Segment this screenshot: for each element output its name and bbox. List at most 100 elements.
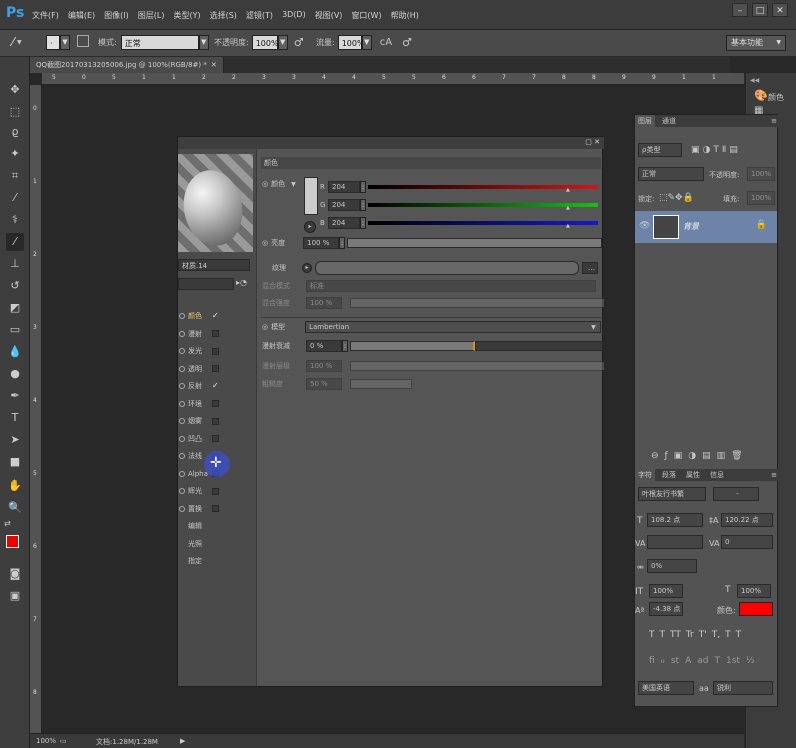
layer-opacity[interactable]: 100% (747, 167, 775, 181)
screen-mode-icon[interactable]: ▣ (6, 587, 24, 605)
channel-item[interactable]: 发光 (179, 345, 219, 357)
channel-radio-icon[interactable] (179, 313, 185, 319)
kerning-field[interactable] (647, 535, 703, 549)
channel-checkbox[interactable] (212, 400, 219, 407)
channel-radio-icon[interactable] (179, 453, 185, 459)
pen-tool-icon[interactable]: ✒ (6, 387, 24, 405)
channel-radio-icon[interactable] (179, 330, 185, 337)
pressure-opacity-icon[interactable]: ♂ (294, 36, 304, 49)
text-style-button[interactable]: Tr (686, 630, 694, 640)
text-style-button[interactable]: TT (670, 630, 681, 640)
layer-actions-icons[interactable]: ⊖ƒ▣◑▤▥🗑 (651, 451, 749, 461)
blend-strength-field[interactable]: 100 % (306, 297, 342, 309)
brush-size-picker[interactable]: · ▼ (46, 35, 70, 50)
horizontal-scale-field[interactable]: 100% (737, 584, 771, 598)
quick-select-icon[interactable]: ✦ (6, 145, 24, 163)
channel-radio-icon[interactable] (179, 488, 185, 494)
menu-item[interactable]: 选择(S) (210, 10, 237, 21)
zoom-tool-icon[interactable]: 🔍 (6, 499, 24, 517)
brightness-slider[interactable] (347, 238, 603, 248)
brightness-field[interactable]: 100 % (303, 237, 340, 249)
channel-radio-icon[interactable] (179, 383, 185, 389)
opentype-button[interactable]: T (714, 656, 720, 666)
channel-item[interactable]: 烟雾 (179, 415, 219, 427)
text-style-button[interactable]: T (725, 630, 731, 640)
layer-filter-icons[interactable]: ▣◑TⅡ▤ (691, 145, 741, 155)
text-style-button[interactable]: T, (712, 630, 720, 640)
menu-item[interactable]: 类型(Y) (173, 10, 200, 21)
brush-tool-preset[interactable]: ⁄ ▼ (12, 35, 22, 49)
r-field[interactable]: 204 (328, 181, 360, 193)
texture-slot[interactable] (315, 261, 579, 275)
diffuse-falloff-slider[interactable] (350, 341, 475, 351)
r-slider[interactable] (368, 185, 598, 189)
swap-colors-icon[interactable]: ⇄ (4, 519, 11, 528)
diffuse-falloff-field[interactable]: 0 % (306, 340, 342, 352)
channel-item[interactable]: 透明 (179, 363, 219, 375)
menu-item[interactable]: 图像(I) (104, 10, 129, 21)
channel-radio-icon[interactable] (179, 418, 185, 424)
font-style-select[interactable]: - (713, 487, 759, 501)
model-radio-icon[interactable]: ◎ (262, 323, 268, 331)
channel-checkbox[interactable]: ✓ (212, 311, 219, 320)
channel-checkbox[interactable] (212, 417, 219, 425)
model-select[interactable]: Lambertian (305, 321, 602, 333)
channel-radio-icon[interactable] (179, 505, 185, 512)
type-tool-icon[interactable]: T (6, 409, 24, 427)
leading-field[interactable]: 120.22 点 (721, 513, 773, 527)
healing-brush-icon[interactable]: ⚕ (6, 211, 24, 229)
maximize-icon[interactable]: □ (752, 3, 768, 17)
material-selector[interactable] (178, 278, 234, 290)
document-tab[interactable]: QQ截图20170313205006.jpg @ 100%(RGB/8#) * ✕ (30, 57, 224, 73)
brush-tool-icon[interactable]: ⁄ (6, 233, 24, 251)
opentype-button[interactable]: fi (649, 656, 655, 666)
zoom-level[interactable]: 100% (36, 737, 56, 745)
language-select[interactable]: 美国英语 (638, 681, 694, 695)
b-field[interactable]: 204 (328, 217, 360, 229)
channel-checkbox[interactable]: ✓ (212, 381, 219, 390)
close-tab-icon[interactable]: ✕ (211, 61, 217, 69)
layer-blend-mode[interactable]: 正常 (638, 167, 704, 181)
font-size-field[interactable]: 108.2 点 (647, 513, 703, 527)
color-swatch[interactable] (304, 177, 318, 215)
shape-tool-icon[interactable]: ■ (6, 453, 24, 471)
color-picker-button[interactable]: ▸ (304, 221, 316, 233)
channel-item[interactable]: 凹凸 (179, 433, 219, 445)
blend-strength-slider[interactable] (350, 298, 605, 308)
flow-field[interactable]: 100% (337, 35, 365, 50)
blend-mode-select[interactable]: 标准 (306, 280, 596, 292)
tab-channels[interactable]: 通道 (659, 115, 679, 127)
dock-collapse-icon[interactable]: ◀◀ (750, 77, 759, 84)
gradient-tool-icon[interactable]: ▭ (6, 321, 24, 339)
layer-kind-filter[interactable]: ρ类型 (638, 143, 682, 157)
material-arrow-icon[interactable]: ▸◔ (236, 278, 247, 287)
channel-radio-icon[interactable] (179, 435, 185, 442)
minimize-icon[interactable]: – (732, 3, 748, 17)
color-dropdown-icon[interactable]: ▼ (291, 181, 296, 188)
brightness-radio-icon[interactable]: ◎ (262, 239, 268, 247)
material-extra-item[interactable]: 编辑 (188, 520, 202, 532)
opentype-button[interactable]: 1st (726, 656, 740, 666)
foreground-color-swatch[interactable] (6, 535, 19, 548)
menu-item[interactable]: 帮助(H) (391, 10, 419, 21)
text-style-button[interactable]: T (660, 630, 666, 640)
marquee-tool-icon[interactable]: ⬚ (6, 103, 24, 121)
color-radio-icon[interactable]: ◎ (262, 180, 268, 188)
g-slider[interactable] (368, 203, 598, 207)
lock-icons[interactable]: ⬚✎✥🔒 (659, 193, 694, 203)
channel-item[interactable]: 颜色 ✓ (179, 310, 219, 322)
channel-radio-icon[interactable] (179, 348, 185, 354)
text-style-button[interactable]: T (736, 630, 742, 640)
lasso-tool-icon[interactable]: ϱ (6, 123, 24, 141)
panel-menu-icon[interactable]: ≡ (771, 117, 777, 125)
channel-radio-icon[interactable] (179, 365, 185, 372)
material-extra-item[interactable]: 光照 (188, 538, 202, 550)
menu-item[interactable]: 3D(D) (282, 10, 306, 21)
menu-item[interactable]: 文件(F) (32, 10, 59, 21)
channel-checkbox[interactable] (212, 505, 219, 512)
palette-icon[interactable]: 🎨 (754, 89, 768, 102)
opentype-button[interactable]: ½ (746, 656, 755, 666)
menu-item[interactable]: 视图(V) (315, 10, 343, 21)
menu-item[interactable]: 窗口(W) (351, 10, 381, 21)
diffuse-level-field[interactable]: 100 % (306, 360, 342, 372)
